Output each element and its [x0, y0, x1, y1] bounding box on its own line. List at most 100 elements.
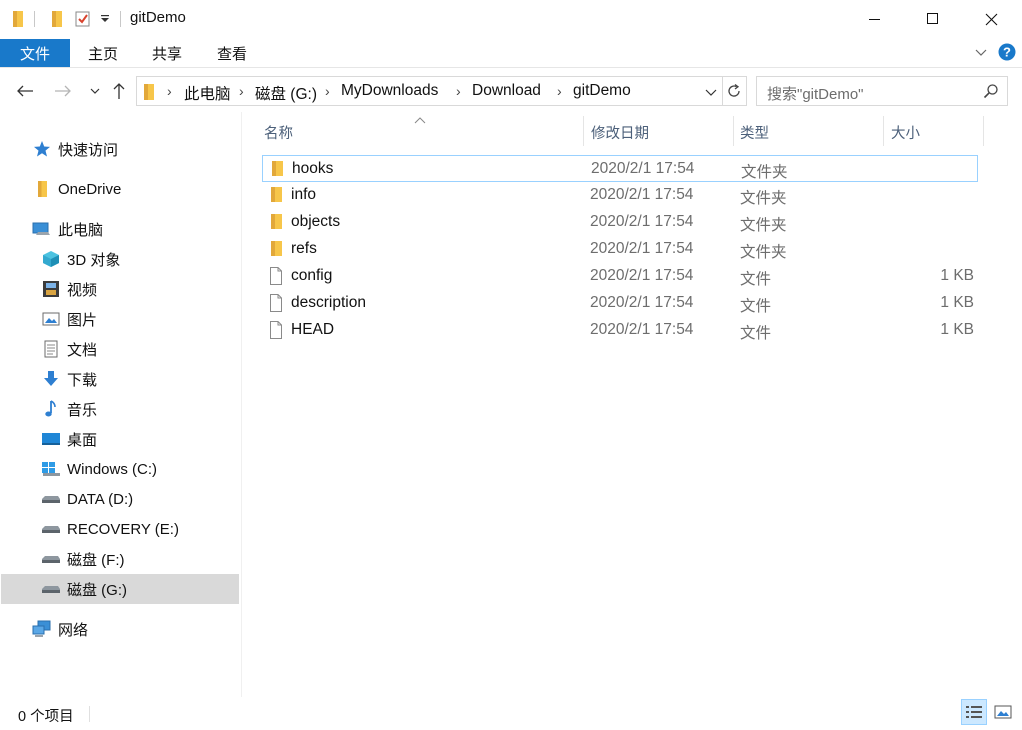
- file-name: hooks: [292, 160, 334, 177]
- column-divider[interactable]: [583, 116, 584, 146]
- close-button[interactable]: [962, 0, 1020, 38]
- breadcrumb-separator-icon[interactable]: ›: [456, 83, 461, 99]
- file-date: 2020/2/1 17:54: [590, 186, 694, 203]
- breadcrumb-separator-icon[interactable]: ›: [557, 83, 562, 99]
- title-bar: gitDemo: [0, 0, 1022, 38]
- file-type: 文件: [740, 271, 772, 288]
- up-button[interactable]: [108, 80, 130, 102]
- file-row[interactable]: HEAD 2020/2/1 17:54 文件 1 KB: [262, 317, 978, 344]
- computer-icon: [32, 219, 52, 239]
- nav-item-label: 磁盘 (F:): [67, 551, 125, 569]
- pane-divider[interactable]: [241, 112, 242, 697]
- breadcrumb-download[interactable]: Download: [472, 82, 541, 100]
- file-row[interactable]: info 2020/2/1 17:54 文件夹: [262, 182, 978, 209]
- file-size: 1 KB: [940, 294, 974, 311]
- folder-icon: [268, 186, 286, 204]
- nav-item-drive-d[interactable]: DATA (D:): [41, 484, 133, 514]
- file-name: HEAD: [291, 321, 335, 338]
- file-row[interactable]: hooks 2020/2/1 17:54 文件夹: [262, 155, 978, 182]
- new-folder-icon[interactable]: [50, 9, 66, 29]
- nav-item-label: 音乐: [67, 401, 98, 419]
- nav-item-this-pc[interactable]: 此电脑: [32, 214, 103, 244]
- breadcrumb-separator-icon[interactable]: ›: [167, 83, 172, 99]
- folder-icon: [268, 240, 286, 258]
- nav-item-label: 文档: [67, 341, 98, 359]
- tab-file[interactable]: 文件: [0, 39, 70, 67]
- navigation-pane: 快速访问 OneDrive 此电脑 3D 对象 视频 图片 文档 下载 音乐 桌…: [0, 112, 241, 692]
- customize-toolbar-chevron-icon[interactable]: [100, 9, 110, 29]
- column-header-date[interactable]: 修改日期: [591, 122, 649, 143]
- breadcrumb-mydownloads[interactable]: MyDownloads: [341, 82, 438, 100]
- file-type: 文件: [740, 325, 772, 342]
- nav-item-label: DATA (D:): [67, 490, 134, 508]
- nav-item-label: 下载: [67, 371, 98, 389]
- column-divider[interactable]: [983, 116, 984, 146]
- search-input[interactable]: 搜索"gitDemo": [756, 76, 1008, 106]
- file-name: description: [291, 294, 366, 311]
- search-icon[interactable]: [983, 83, 999, 103]
- column-header-name[interactable]: 名称: [264, 122, 293, 143]
- tab-view[interactable]: 查看: [217, 39, 247, 67]
- properties-icon[interactable]: [74, 9, 92, 29]
- forward-button[interactable]: [52, 80, 74, 102]
- back-button[interactable]: [14, 80, 36, 102]
- file-type: 文件夹: [740, 244, 787, 261]
- column-divider[interactable]: [883, 116, 884, 146]
- nav-item-drive-g[interactable]: 磁盘 (G:): [1, 574, 239, 604]
- file-row[interactable]: objects 2020/2/1 17:54 文件夹: [262, 209, 978, 236]
- address-bar[interactable]: › 此电脑 › 磁盘 (G:) › MyDownloads › Download…: [136, 76, 747, 106]
- recent-locations-chevron-icon[interactable]: [84, 80, 106, 102]
- nav-item-downloads[interactable]: 下载: [41, 364, 97, 394]
- expand-ribbon-chevron-icon[interactable]: [974, 45, 988, 63]
- file-row[interactable]: description 2020/2/1 17:54 文件 1 KB: [262, 290, 978, 317]
- file-type: 文件夹: [740, 190, 787, 207]
- nav-item-label: 3D 对象: [67, 251, 121, 269]
- nav-item-quick-access[interactable]: 快速访问: [32, 134, 118, 164]
- tab-home[interactable]: 主页: [88, 39, 118, 67]
- file-name: config: [291, 267, 333, 284]
- picture-icon: [41, 309, 61, 329]
- folder-icon: [32, 179, 52, 199]
- tab-share[interactable]: 共享: [152, 39, 182, 67]
- breadcrumb-gitdemo[interactable]: gitDemo: [573, 82, 631, 100]
- breadcrumb-this-pc[interactable]: 此电脑: [184, 82, 231, 104]
- minimize-button[interactable]: [846, 0, 904, 38]
- nav-item-network[interactable]: 网络: [32, 614, 88, 644]
- breadcrumb-separator-icon[interactable]: ›: [325, 83, 330, 99]
- item-count: 0 个项目: [18, 709, 74, 725]
- nav-item-drive-c[interactable]: Windows (C:): [41, 454, 157, 484]
- column-header-type[interactable]: 类型: [740, 122, 769, 143]
- title-separator: [120, 11, 121, 27]
- nav-item-drive-f[interactable]: 磁盘 (F:): [41, 544, 125, 574]
- nav-item-desktop[interactable]: 桌面: [41, 424, 97, 454]
- nav-item-3d-objects[interactable]: 3D 对象: [41, 244, 120, 274]
- nav-item-onedrive[interactable]: OneDrive: [32, 174, 121, 204]
- nav-item-videos[interactable]: 视频: [41, 274, 97, 304]
- refresh-icon[interactable]: [726, 83, 742, 103]
- maximize-button[interactable]: [904, 0, 962, 38]
- cube-icon: [41, 249, 61, 269]
- file-row[interactable]: config 2020/2/1 17:54 文件 1 KB: [262, 263, 978, 290]
- nav-item-music[interactable]: 音乐: [41, 394, 97, 424]
- nav-item-label: OneDrive: [58, 180, 122, 198]
- large-icons-view-button[interactable]: [990, 699, 1016, 725]
- file-row[interactable]: refs 2020/2/1 17:54 文件夹: [262, 236, 978, 263]
- address-history-chevron-icon[interactable]: [705, 85, 717, 102]
- status-bar: 0 个项目: [0, 697, 1022, 730]
- drive-icon: [41, 549, 61, 569]
- nav-item-documents[interactable]: 文档: [41, 334, 97, 364]
- nav-item-drive-e[interactable]: RECOVERY (E:): [41, 514, 179, 544]
- breadcrumb-separator-icon[interactable]: ›: [239, 83, 244, 99]
- music-note-icon: [41, 399, 61, 419]
- file-date: 2020/2/1 17:54: [590, 213, 694, 230]
- column-divider[interactable]: [733, 116, 734, 146]
- file-name: info: [291, 186, 316, 203]
- window-title: gitDemo: [130, 9, 186, 26]
- breadcrumb-drive-g[interactable]: 磁盘 (G:): [255, 82, 317, 104]
- file-date: 2020/2/1 17:54: [591, 160, 695, 177]
- help-icon[interactable]: ?: [998, 43, 1016, 65]
- nav-item-pictures[interactable]: 图片: [41, 304, 97, 334]
- sort-ascending-icon: [414, 112, 426, 129]
- details-view-button[interactable]: [961, 699, 987, 725]
- column-header-size[interactable]: 大小: [891, 122, 920, 143]
